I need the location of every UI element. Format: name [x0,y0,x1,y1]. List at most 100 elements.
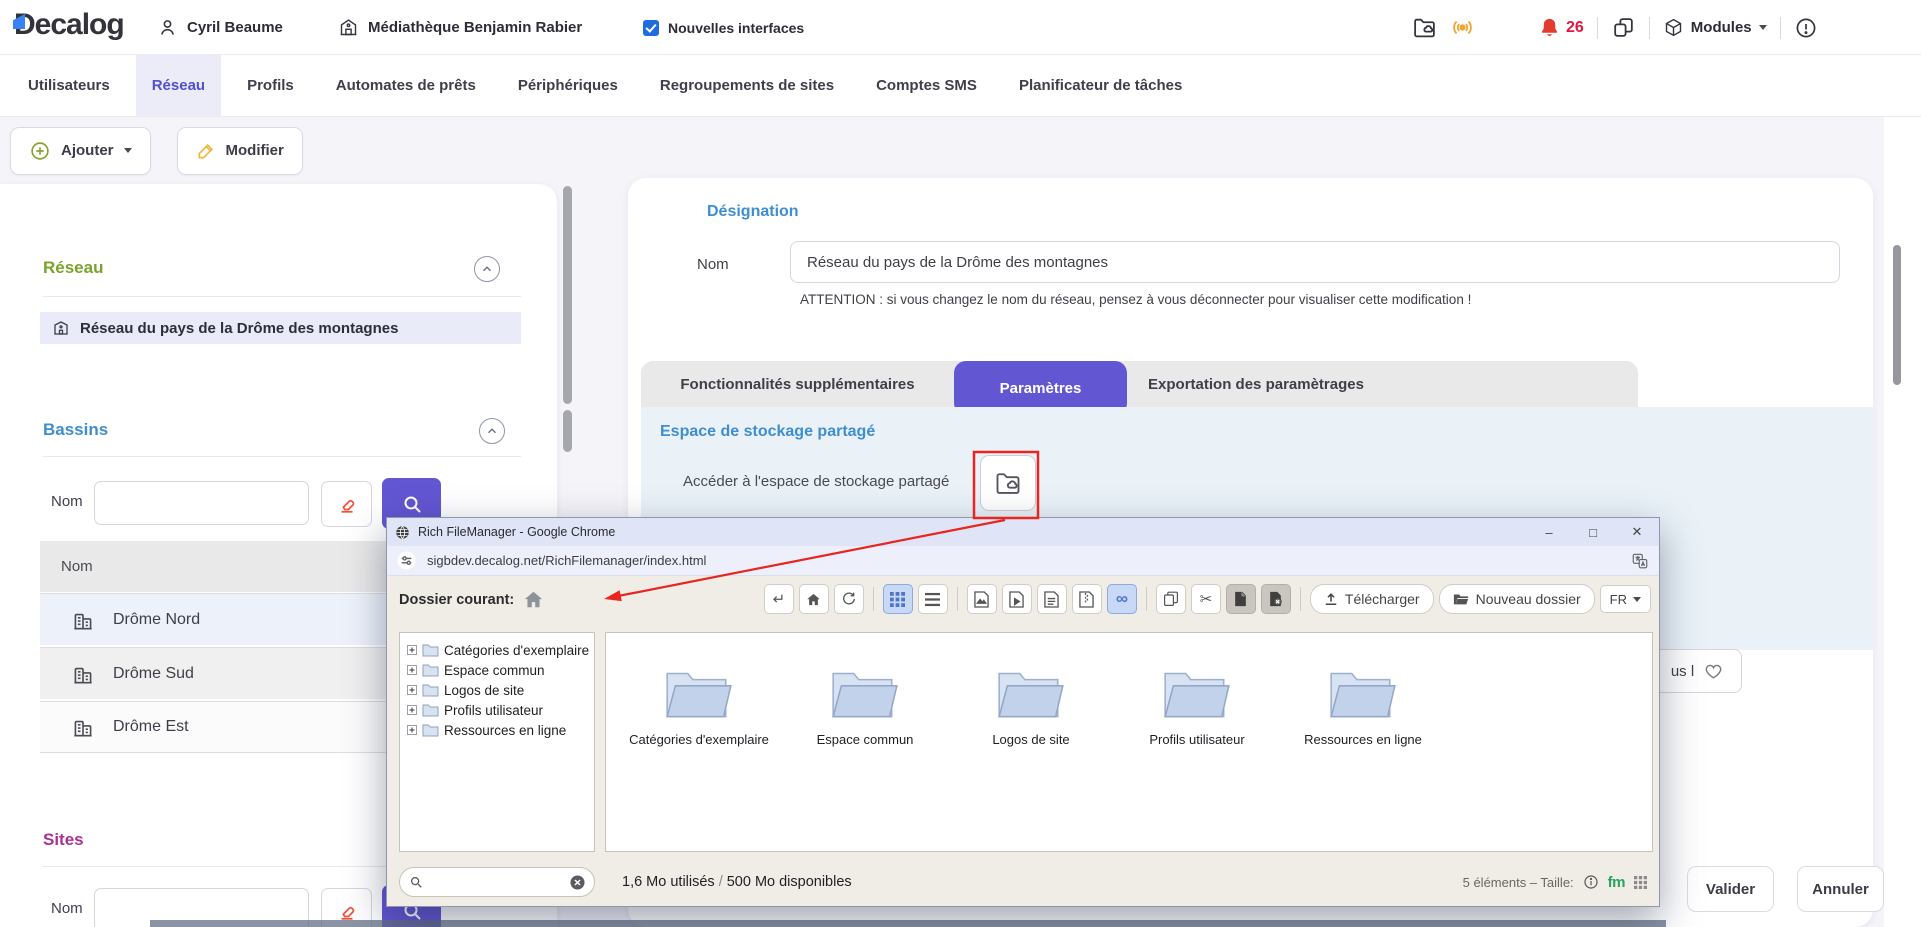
tree-item[interactable]: Logos de site [407,680,594,700]
copy-button[interactable] [1156,584,1186,614]
validate-button[interactable]: Valider [1687,866,1774,912]
cancel-button[interactable]: Annuler [1797,866,1884,912]
enter-folder-button[interactable]: ↵ [764,584,794,614]
shared-folder-icon[interactable] [1412,15,1437,40]
big-folder-icon [827,663,903,723]
nav-profils[interactable]: Profils [231,55,310,116]
chevron-down-icon [1759,25,1767,30]
tree-item[interactable]: Catégories d'exemplaire [407,640,594,660]
nav-automates[interactable]: Automates de prêts [320,55,492,116]
bassins-clear-button[interactable] [321,481,372,527]
clear-search-icon[interactable] [570,875,585,890]
expand-icon[interactable] [407,705,417,715]
clear-clipboard-button[interactable] [1261,584,1291,614]
page-scrollbar-thumb[interactable] [1893,245,1901,385]
new-folder-button[interactable]: Nouveau dossier [1439,584,1595,614]
refresh-button[interactable] [834,584,864,614]
list-view-button[interactable] [918,584,948,614]
reseau-selected-item[interactable]: Réseau du pays de la Drôme des montagnes [40,312,521,344]
filter-images-button[interactable] [967,584,997,614]
url-text[interactable]: sigbdev.decalog.net/RichFilemanager/inde… [427,553,1620,568]
current-user[interactable]: Cyril Beaume [157,0,283,55]
folder-tile[interactable]: Espace commun [790,663,940,851]
close-button[interactable]: ✕ [1619,519,1655,545]
expand-icon[interactable] [407,725,417,735]
tree-item[interactable]: Ressources en ligne [407,720,594,740]
info-icon[interactable] [1794,16,1818,40]
nom-field[interactable] [790,241,1840,283]
filter-videos-button[interactable] [1002,584,1032,614]
new-folder-label: Nouveau dossier [1476,591,1581,607]
bassins-filter-label: Nom [51,493,83,510]
beacon-icon[interactable] [1450,15,1475,40]
open-storage-button[interactable] [980,455,1036,511]
home-folder-icon[interactable] [523,590,544,609]
grid-view-button[interactable] [883,584,913,614]
expand-icon[interactable] [407,645,417,655]
divider [957,587,958,611]
window-titlebar[interactable]: Rich FileManager - Google Chrome – □ ✕ [387,518,1659,546]
filter-archives-button[interactable] [1072,584,1102,614]
home-button[interactable] [799,584,829,614]
site-settings-icon [397,551,416,570]
cut-button[interactable]: ✂ [1191,584,1221,614]
file-search-box[interactable] [399,867,595,897]
nav-comptes-sms[interactable]: Comptes SMS [860,55,993,116]
upload-label: Télécharger [1345,591,1420,607]
library-building-icon [52,319,70,337]
big-folder-icon [993,663,1069,723]
heart-icon[interactable] [1704,662,1723,681]
bassins-filter-input[interactable] [94,481,309,525]
nav-reseau[interactable]: Réseau [136,55,221,116]
current-library[interactable]: Médiathèque Benjamin Rabier [338,0,582,55]
modules-menu[interactable]: Modules [1663,17,1767,38]
collapse-reseau-button[interactable] [474,256,500,282]
maximize-button[interactable]: □ [1575,519,1611,545]
collapse-bassins-button[interactable] [479,418,505,444]
expand-icon[interactable] [407,685,417,695]
tree-item[interactable]: Espace commun [407,660,594,680]
page-scrollbar[interactable] [1884,55,1921,927]
tab-fonctionnalites[interactable]: Fonctionnalités supplémentaires [641,361,954,407]
nav-peripheriques[interactable]: Périphériques [502,55,634,116]
divider [1780,17,1781,39]
tree-item[interactable]: Profils utilisateur [407,700,594,720]
upload-button[interactable]: Télécharger [1310,584,1434,614]
items-count-label: 5 éléments – Taille: [1463,875,1574,890]
chevron-down-icon [124,148,132,153]
expand-icon[interactable] [407,665,417,675]
panel-scrollbar-thumb[interactable] [563,186,572,404]
filter-documents-button[interactable] [1037,584,1067,614]
windows-overlap-icon[interactable] [1611,15,1636,40]
new-interfaces-toggle[interactable]: Nouvelles interfaces [643,0,804,55]
designation-title: Désignation [707,203,799,221]
info-icon[interactable] [1583,874,1599,890]
partial-field[interactable]: us l [1652,649,1742,693]
translate-icon[interactable] [1631,552,1649,570]
folder-tile[interactable]: Ressources en ligne [1288,663,1438,851]
nav-regroupements[interactable]: Regroupements de sites [644,55,850,116]
folder-tile[interactable]: Logos de site [956,663,1106,851]
minimize-button[interactable]: – [1531,519,1567,545]
nav-utilisateurs[interactable]: Utilisateurs [12,55,126,116]
panel-scrollbar-thumb[interactable] [563,410,572,452]
nav-planificateur[interactable]: Planificateur de tâches [1003,55,1198,116]
tree-item-label: Profils utilisateur [444,703,543,718]
notifications[interactable]: 26 [1538,16,1584,39]
chevron-down-icon [1633,597,1641,602]
reseau-section-title: Réseau [43,258,103,278]
folder-icon [422,703,439,717]
language-select[interactable]: FR [1600,585,1651,613]
storage-usage: 1,6 Mo utilisés/500 Mo disponibles [622,874,852,890]
url-bar[interactable]: sigbdev.decalog.net/RichFilemanager/inde… [387,546,1659,576]
eraser-icon [336,900,358,922]
folder-tile[interactable]: Profils utilisateur [1122,663,1272,851]
edit-button[interactable]: Modifier [177,127,303,175]
checkbox-checked-icon[interactable] [643,20,659,36]
filter-all-button[interactable]: ∞ [1107,584,1137,614]
paste-button[interactable] [1226,584,1256,614]
add-button[interactable]: Ajouter [10,127,151,175]
tab-exportation[interactable]: Exportation des paramètrages [1127,361,1385,407]
tree-item-label: Espace commun [444,663,545,678]
folder-tile[interactable]: Catégories d'exemplaire [624,663,774,851]
